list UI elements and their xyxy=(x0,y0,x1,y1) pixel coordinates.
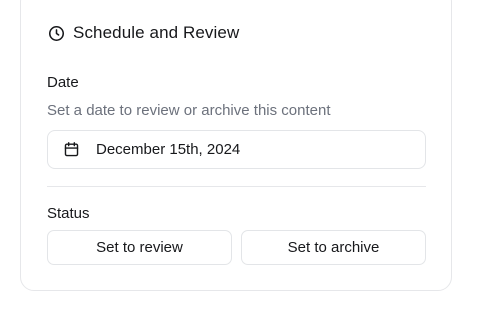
clock-icon xyxy=(47,24,65,42)
page: Schedule and Review Date Set a date to r… xyxy=(0,0,478,318)
set-to-review-button[interactable]: Set to review xyxy=(47,230,232,265)
date-picker-field[interactable]: December 15th, 2024 xyxy=(47,130,426,169)
card-header: Schedule and Review xyxy=(47,22,239,44)
section-divider xyxy=(47,186,426,187)
card-title: Schedule and Review xyxy=(73,23,240,42)
date-description: Set a date to review or archive this con… xyxy=(47,102,331,119)
date-label: Date xyxy=(47,74,79,91)
status-label: Status xyxy=(47,205,90,222)
calendar-icon xyxy=(62,141,80,159)
date-value: December 15th, 2024 xyxy=(96,141,241,158)
set-to-archive-button[interactable]: Set to archive xyxy=(241,230,426,265)
